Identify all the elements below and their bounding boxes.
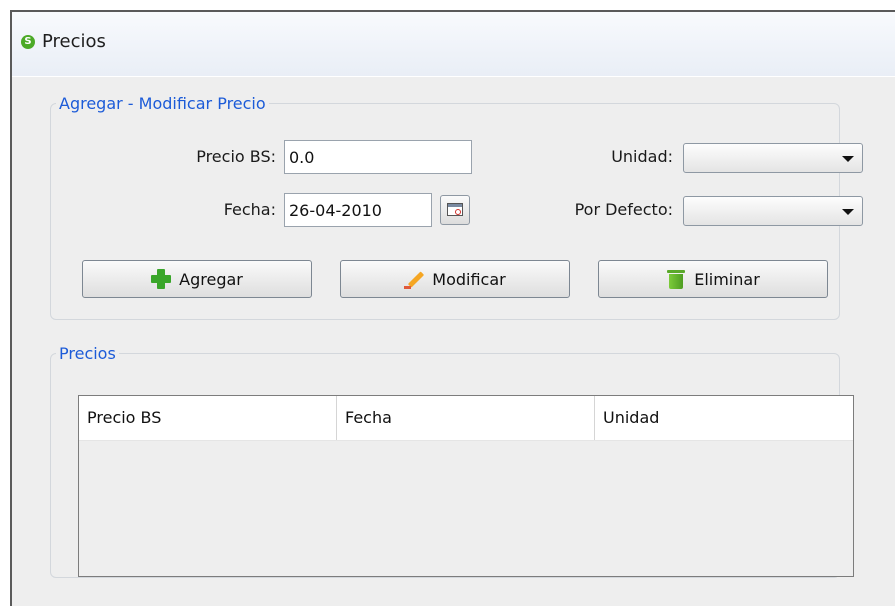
fecha-input[interactable]	[284, 193, 432, 227]
column-header-fecha[interactable]: Fecha	[337, 396, 595, 440]
chevron-down-icon	[842, 156, 854, 162]
agregar-button-label: Agregar	[179, 269, 243, 289]
eliminar-button[interactable]: Eliminar	[598, 260, 828, 298]
unidad-select[interactable]	[683, 143, 863, 173]
window-title: Precios	[42, 31, 106, 52]
app-logo-icon: S	[21, 35, 35, 49]
precios-window: S Precios Agregar - Modificar Precio Pre…	[10, 10, 895, 606]
modificar-button[interactable]: Modificar	[340, 260, 570, 298]
column-header-precio[interactable]: Precio BS	[79, 396, 337, 440]
unidad-label: Unidad:	[611, 147, 673, 166]
agregar-modificar-group: Agregar - Modificar Precio Precio BS: Fe…	[50, 94, 863, 320]
pencil-icon	[404, 269, 424, 289]
table-header: Precio BS Fecha Unidad	[79, 396, 853, 441]
calendar-icon	[447, 203, 463, 216]
precios-group: Precios Precio BS Fecha Unidad	[50, 344, 854, 578]
precio-input[interactable]	[284, 140, 472, 174]
defecto-label: Por Defecto:	[574, 200, 673, 219]
precios-legend: Precios	[59, 344, 116, 363]
precios-table[interactable]: Precio BS Fecha Unidad	[78, 395, 854, 577]
modificar-button-label: Modificar	[432, 269, 506, 289]
fecha-label: Fecha:	[223, 200, 276, 219]
eliminar-button-label: Eliminar	[694, 269, 760, 289]
trash-icon	[666, 269, 686, 289]
title-bar: S Precios	[12, 12, 895, 77]
column-header-unidad[interactable]: Unidad	[595, 396, 853, 440]
group-legend: Agregar - Modificar Precio	[59, 94, 266, 113]
agregar-button[interactable]: Agregar	[82, 260, 312, 298]
defecto-select[interactable]	[683, 196, 863, 226]
plus-icon	[151, 269, 172, 289]
precio-label: Precio BS:	[196, 147, 276, 166]
chevron-down-icon	[842, 209, 854, 215]
calendar-button[interactable]	[440, 195, 470, 225]
